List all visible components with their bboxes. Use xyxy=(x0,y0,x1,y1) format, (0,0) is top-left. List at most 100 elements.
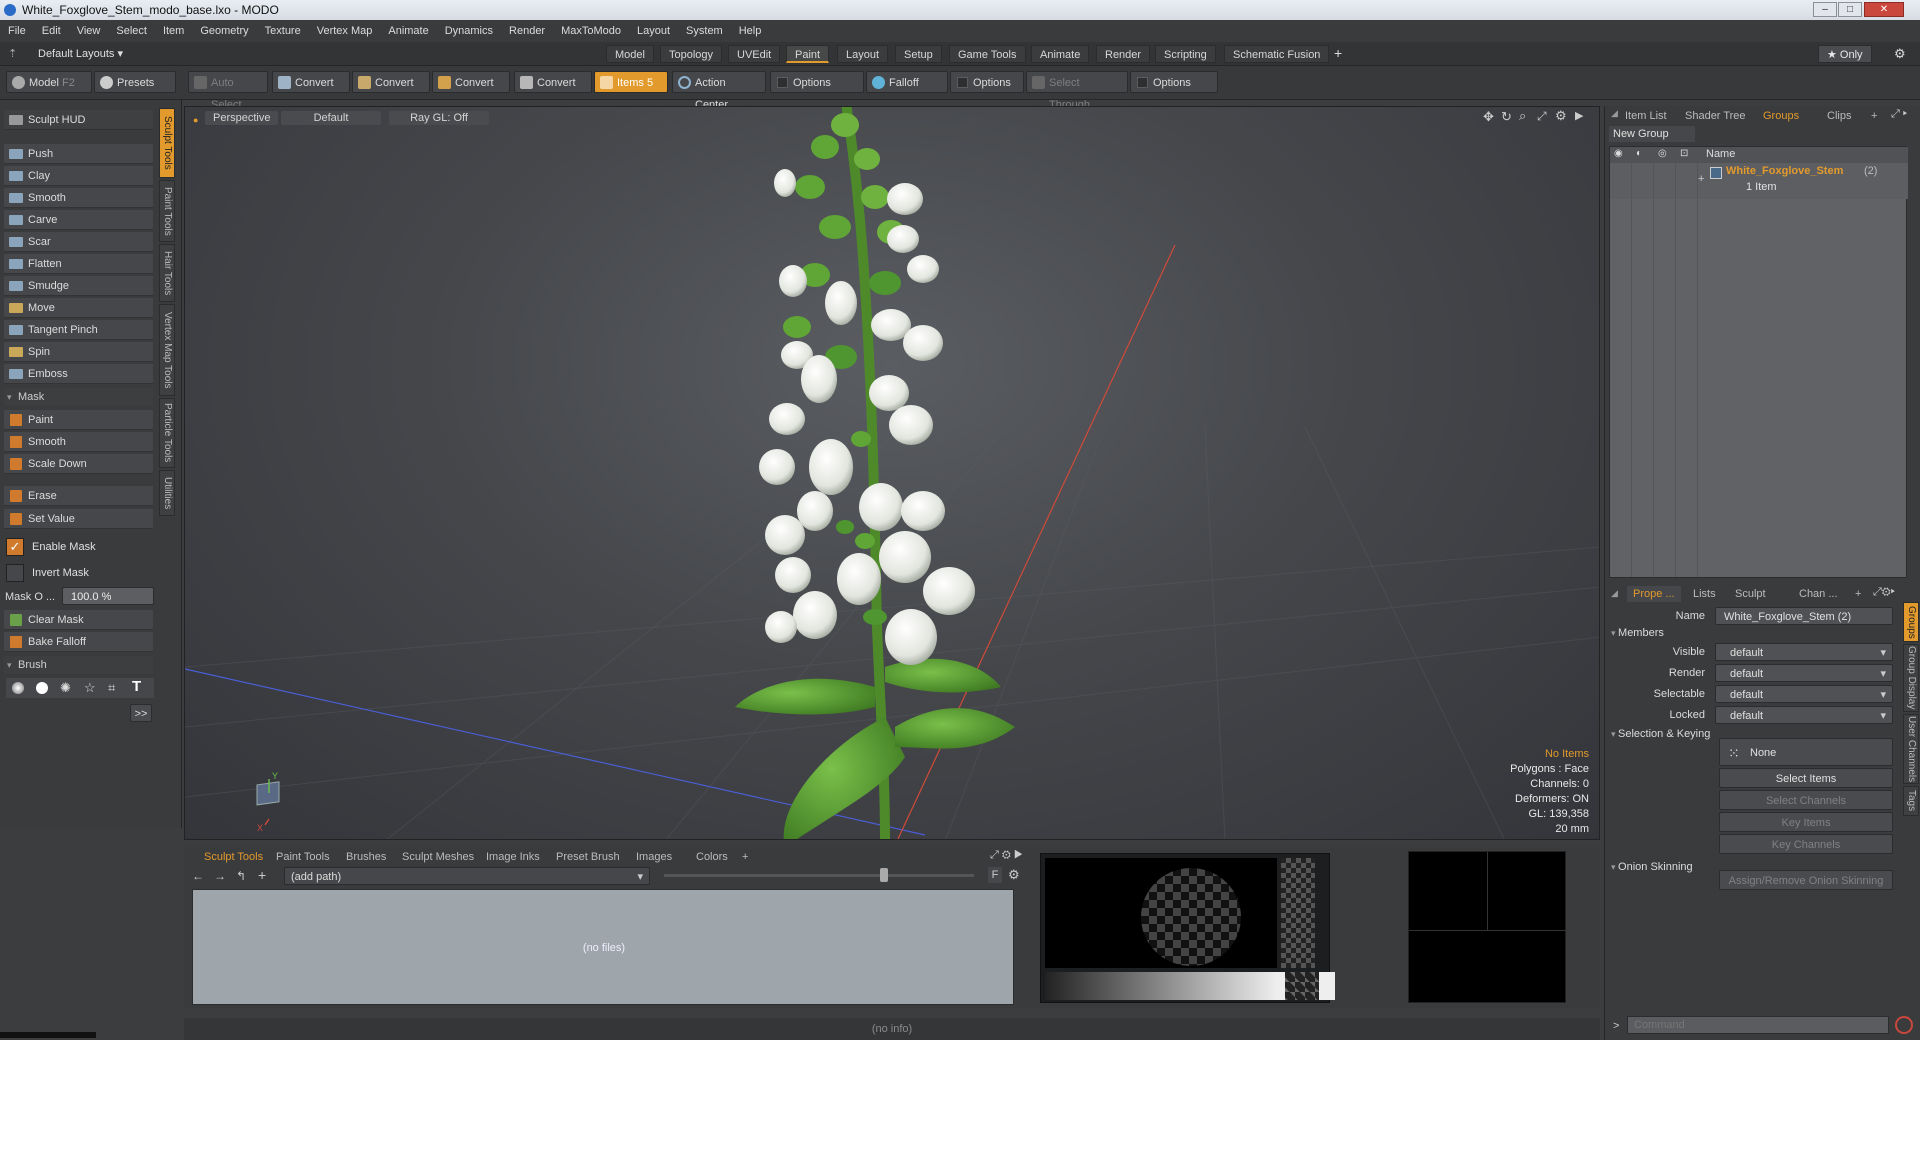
presets-button[interactable]: Presets F6 xyxy=(94,71,176,111)
vtab-vertex-map-tools[interactable]: Vertex Map Tools xyxy=(159,304,175,396)
tab-animate[interactable]: Animate xyxy=(1031,45,1090,63)
viewport-settings-icon[interactable]: ⚙ xyxy=(1555,108,1567,124)
expand-group-icon[interactable]: + xyxy=(1698,173,1704,185)
vtab-particle-tools[interactable]: Particle Tools xyxy=(159,398,175,468)
mask-opacity-field[interactable]: 100.0 % xyxy=(62,587,154,605)
mask-scale-down-button[interactable]: Scale Down xyxy=(4,454,153,474)
tab-topology[interactable]: Topology xyxy=(660,45,723,63)
side-tab-group-display[interactable]: Group Display xyxy=(1903,644,1919,712)
menu-texture[interactable]: Texture xyxy=(257,20,309,42)
3d-viewport[interactable]: Y X ● Perspective Default Ray GL: Off ✥ … xyxy=(184,106,1600,840)
thumbnail-size-slider[interactable] xyxy=(664,874,974,877)
procedural-brush-icon[interactable]: ⌗ xyxy=(108,680,115,696)
menu-dynamics[interactable]: Dynamics xyxy=(437,20,501,42)
tab-groups[interactable]: Groups xyxy=(1763,108,1799,124)
fit-icon[interactable]: ⤢ xyxy=(1537,109,1547,124)
select-items-button[interactable]: Select Items xyxy=(1719,768,1893,788)
tab-paint[interactable]: Paint xyxy=(786,45,830,63)
action-center-button[interactable]: Action Center xyxy=(672,71,766,111)
key-items-button[interactable]: Key Items xyxy=(1719,812,1893,832)
vtab-utilities[interactable]: Utilities xyxy=(159,470,175,516)
parent-dir-icon[interactable]: ↰ xyxy=(236,869,246,883)
left-panel-scrollbar[interactable] xyxy=(0,1032,96,1038)
menu-maxtomodo[interactable]: MaxToModo xyxy=(553,20,629,42)
options-checkbox[interactable] xyxy=(957,77,968,88)
brush-section-header[interactable]: Brush xyxy=(4,656,153,674)
selectable-dropdown[interactable]: default xyxy=(1715,685,1893,704)
panel-menu-icon[interactable]: ◢ xyxy=(1611,108,1618,119)
set-value-button[interactable]: Set Value xyxy=(4,509,153,529)
tool-emboss[interactable]: Emboss xyxy=(4,364,153,384)
locked-dropdown[interactable]: default xyxy=(1715,706,1893,725)
tab-setup[interactable]: Setup xyxy=(895,45,942,63)
menu-layout[interactable]: Layout xyxy=(629,20,678,42)
tool-smudge[interactable]: Smudge xyxy=(4,276,153,296)
falloff-button[interactable]: Falloff xyxy=(866,71,948,93)
visibility-eye-icon[interactable]: ◉ xyxy=(1614,148,1623,159)
vtab-sculpt-tools[interactable]: Sculpt Tools xyxy=(159,108,175,178)
viewport-menu-icon[interactable]: ● xyxy=(193,115,198,125)
tab-model[interactable]: Model xyxy=(606,45,654,63)
command-input[interactable] xyxy=(1627,1016,1889,1034)
vtab-paint-tools[interactable]: Paint Tools xyxy=(159,180,175,242)
select-channels-button[interactable]: Select Channels xyxy=(1719,790,1893,810)
btab-preset-brush[interactable]: Preset Brush xyxy=(556,849,620,865)
menu-edit[interactable]: Edit xyxy=(34,20,69,42)
btab-images[interactable]: Images xyxy=(636,849,672,865)
mask-smooth-button[interactable]: Smooth xyxy=(4,432,153,452)
render-dropdown[interactable]: default xyxy=(1715,664,1893,683)
convert-button-1[interactable]: Convert xyxy=(272,71,350,93)
tool-scar[interactable]: Scar xyxy=(4,232,153,252)
side-tab-user-channels[interactable]: User Channels xyxy=(1903,714,1919,784)
convert-button-3[interactable]: Convert xyxy=(432,71,510,93)
btab-brushes[interactable]: Brushes xyxy=(346,849,386,865)
convert-button-4[interactable]: Convert xyxy=(514,71,592,93)
tab-render[interactable]: Render xyxy=(1096,45,1151,63)
tab-layout[interactable]: Layout xyxy=(837,45,889,63)
btab-paint-tools[interactable]: Paint Tools xyxy=(276,849,330,865)
menu-geometry[interactable]: Geometry xyxy=(192,20,256,42)
rotate-icon[interactable]: ↻ xyxy=(1501,109,1512,125)
bottom-expand-icon[interactable]: ⤢ ⚙ ▶ xyxy=(990,849,1023,862)
menu-vertex-map[interactable]: Vertex Map xyxy=(309,20,381,42)
key-channels-button[interactable]: Key Channels xyxy=(1719,834,1893,854)
back-arrow-icon[interactable]: ← xyxy=(192,869,204,883)
viewport-expand-icon[interactable]: ▶ xyxy=(1575,109,1583,122)
menu-system[interactable]: System xyxy=(678,20,731,42)
keying-none-dropdown[interactable]: ⁙ None xyxy=(1719,738,1893,766)
tab-schematic-fusion[interactable]: Schematic Fusion xyxy=(1224,45,1330,63)
tab-properties[interactable]: Prope ... xyxy=(1627,586,1681,602)
options-checkbox[interactable] xyxy=(777,77,788,88)
btab-image-inks[interactable]: Image Inks xyxy=(486,849,540,865)
btab-sculpt-meshes[interactable]: Sculpt Meshes xyxy=(402,849,474,865)
props-expand-icon[interactable]: ⤢⚙▸ xyxy=(1873,586,1895,599)
gear-icon[interactable]: ⚙ xyxy=(1894,46,1906,62)
tool-move[interactable]: Move xyxy=(4,298,153,318)
view-type-dropdown[interactable]: Perspective xyxy=(205,111,279,125)
groups-list[interactable]: ◉ ◐ ◎ ⊡ Name + White_Foxglove_Stem (2) 1… xyxy=(1609,146,1908,578)
tool-clay[interactable]: Clay xyxy=(4,166,153,186)
sculpt-hud-button[interactable]: Sculpt HUD xyxy=(4,110,153,130)
forward-arrow-icon[interactable]: → xyxy=(214,869,226,883)
star-brush-icon[interactable]: ☆ xyxy=(84,680,96,696)
tab-uvedit[interactable]: UVEdit xyxy=(728,45,781,63)
options-button-2[interactable]: Options xyxy=(950,71,1024,93)
mask-section-header[interactable]: Mask xyxy=(4,388,153,406)
add-path-icon[interactable]: + xyxy=(258,867,266,883)
filter-button[interactable]: F xyxy=(988,867,1002,883)
btab-colors[interactable]: Colors xyxy=(696,849,728,865)
tab-scripting[interactable]: Scripting xyxy=(1155,45,1216,63)
members-section[interactable]: Members xyxy=(1611,627,1664,639)
tab-game-tools[interactable]: Game Tools xyxy=(949,45,1026,63)
tool-tangent-pinch[interactable]: Tangent Pinch xyxy=(4,320,153,340)
tab-clips[interactable]: Clips xyxy=(1827,108,1851,124)
side-tab-tags[interactable]: Tags xyxy=(1903,786,1919,816)
onion-skinning-section[interactable]: Onion Skinning xyxy=(1611,861,1693,873)
tool-push[interactable]: Push xyxy=(4,144,153,164)
tool-flatten[interactable]: Flatten xyxy=(4,254,153,274)
tool-smooth[interactable]: Smooth xyxy=(4,188,153,208)
options-button-3[interactable]: Options xyxy=(1130,71,1218,93)
select-icon[interactable]: ◎ xyxy=(1658,148,1667,159)
add-panel-tab[interactable]: + xyxy=(1871,108,1877,124)
menu-file[interactable]: File xyxy=(0,20,34,42)
